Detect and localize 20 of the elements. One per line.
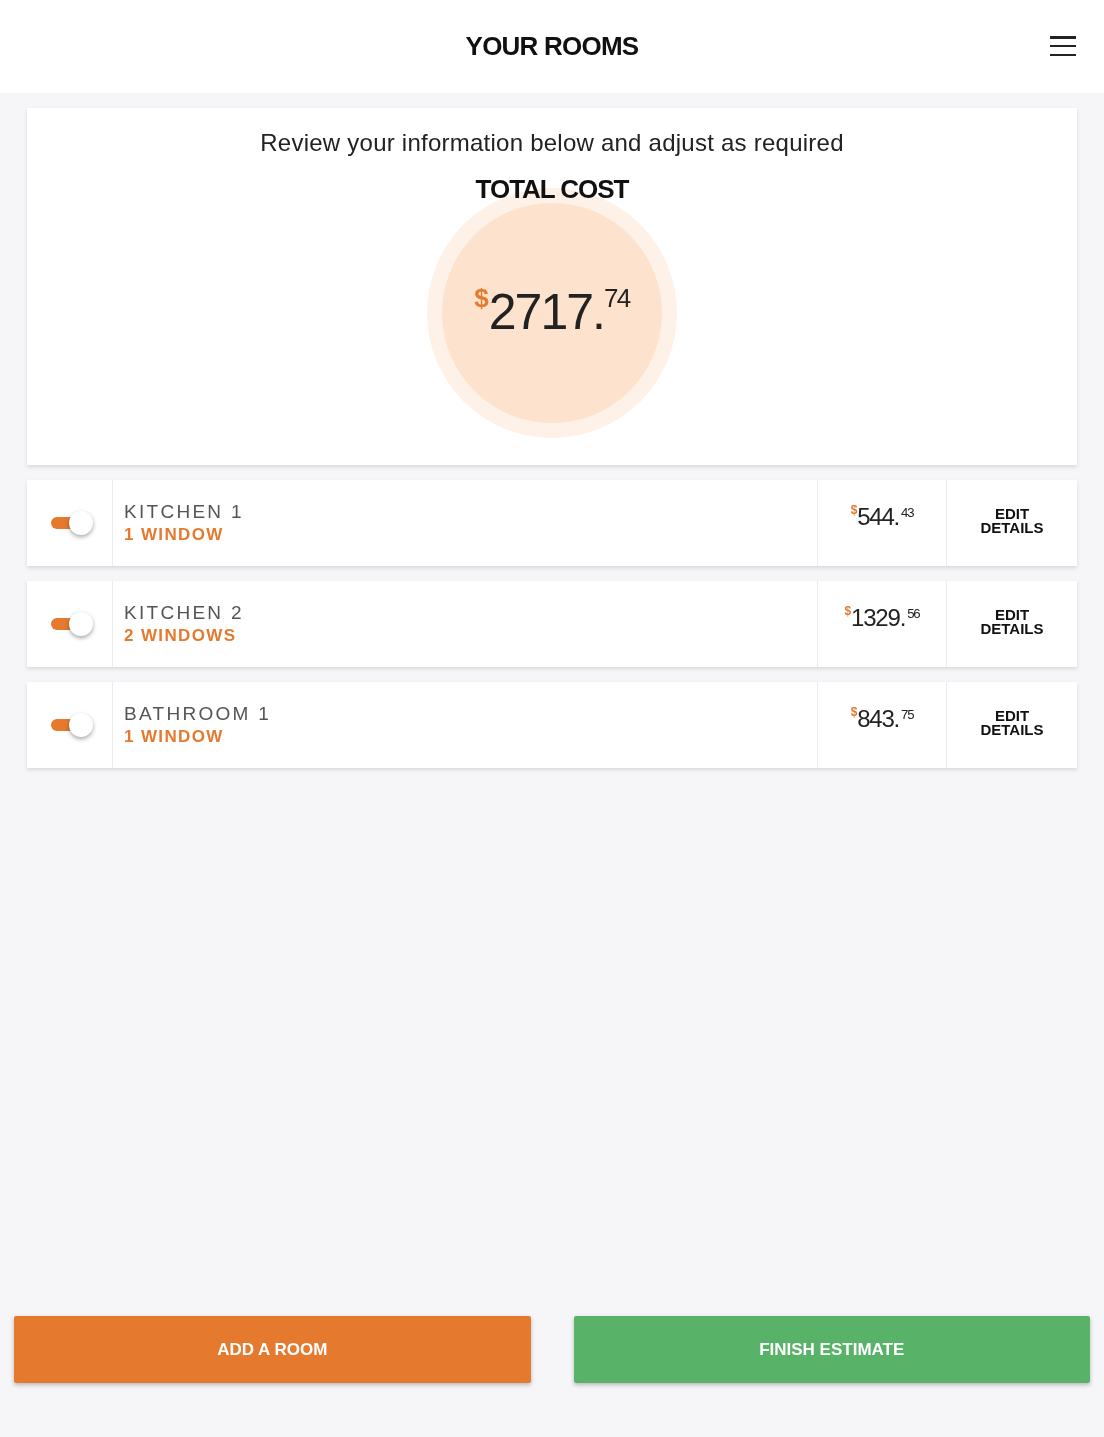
page-title: YOUR ROOMS: [465, 30, 639, 63]
instruction-text: Review your information below and adjust as required: [260, 128, 844, 158]
room-price: $544.$^{43}$: [850, 505, 914, 529]
room-name: KITCHEN 2: [124, 601, 244, 625]
toggle-switch[interactable]: [50, 712, 93, 738]
window-count: 2 WINDOWS: [124, 625, 237, 647]
window-count: 1 WINDOW: [124, 726, 224, 748]
room-price: $843.$^{75}$: [850, 707, 914, 731]
menu-icon[interactable]: [1050, 34, 1076, 58]
room-price: $1329.$^{56}$: [844, 606, 920, 630]
room-name: KITCHEN 1: [124, 500, 244, 524]
total-cost-label: TOTAL COST: [475, 174, 629, 204]
toggle-switch[interactable]: [50, 611, 93, 637]
edit-details-button[interactable]: EDIT DETAILS: [975, 608, 1049, 636]
window-count: 1 WINDOW: [124, 524, 224, 546]
total-cost-amount: $^{$}$2717.$^{74}$: [474, 287, 630, 337]
edit-details-button[interactable]: EDIT DETAILS: [975, 709, 1049, 737]
toggle-switch[interactable]: [50, 510, 93, 536]
room-name: BATHROOM 1: [124, 702, 271, 726]
edit-details-button[interactable]: EDIT DETAILS: [975, 507, 1049, 535]
